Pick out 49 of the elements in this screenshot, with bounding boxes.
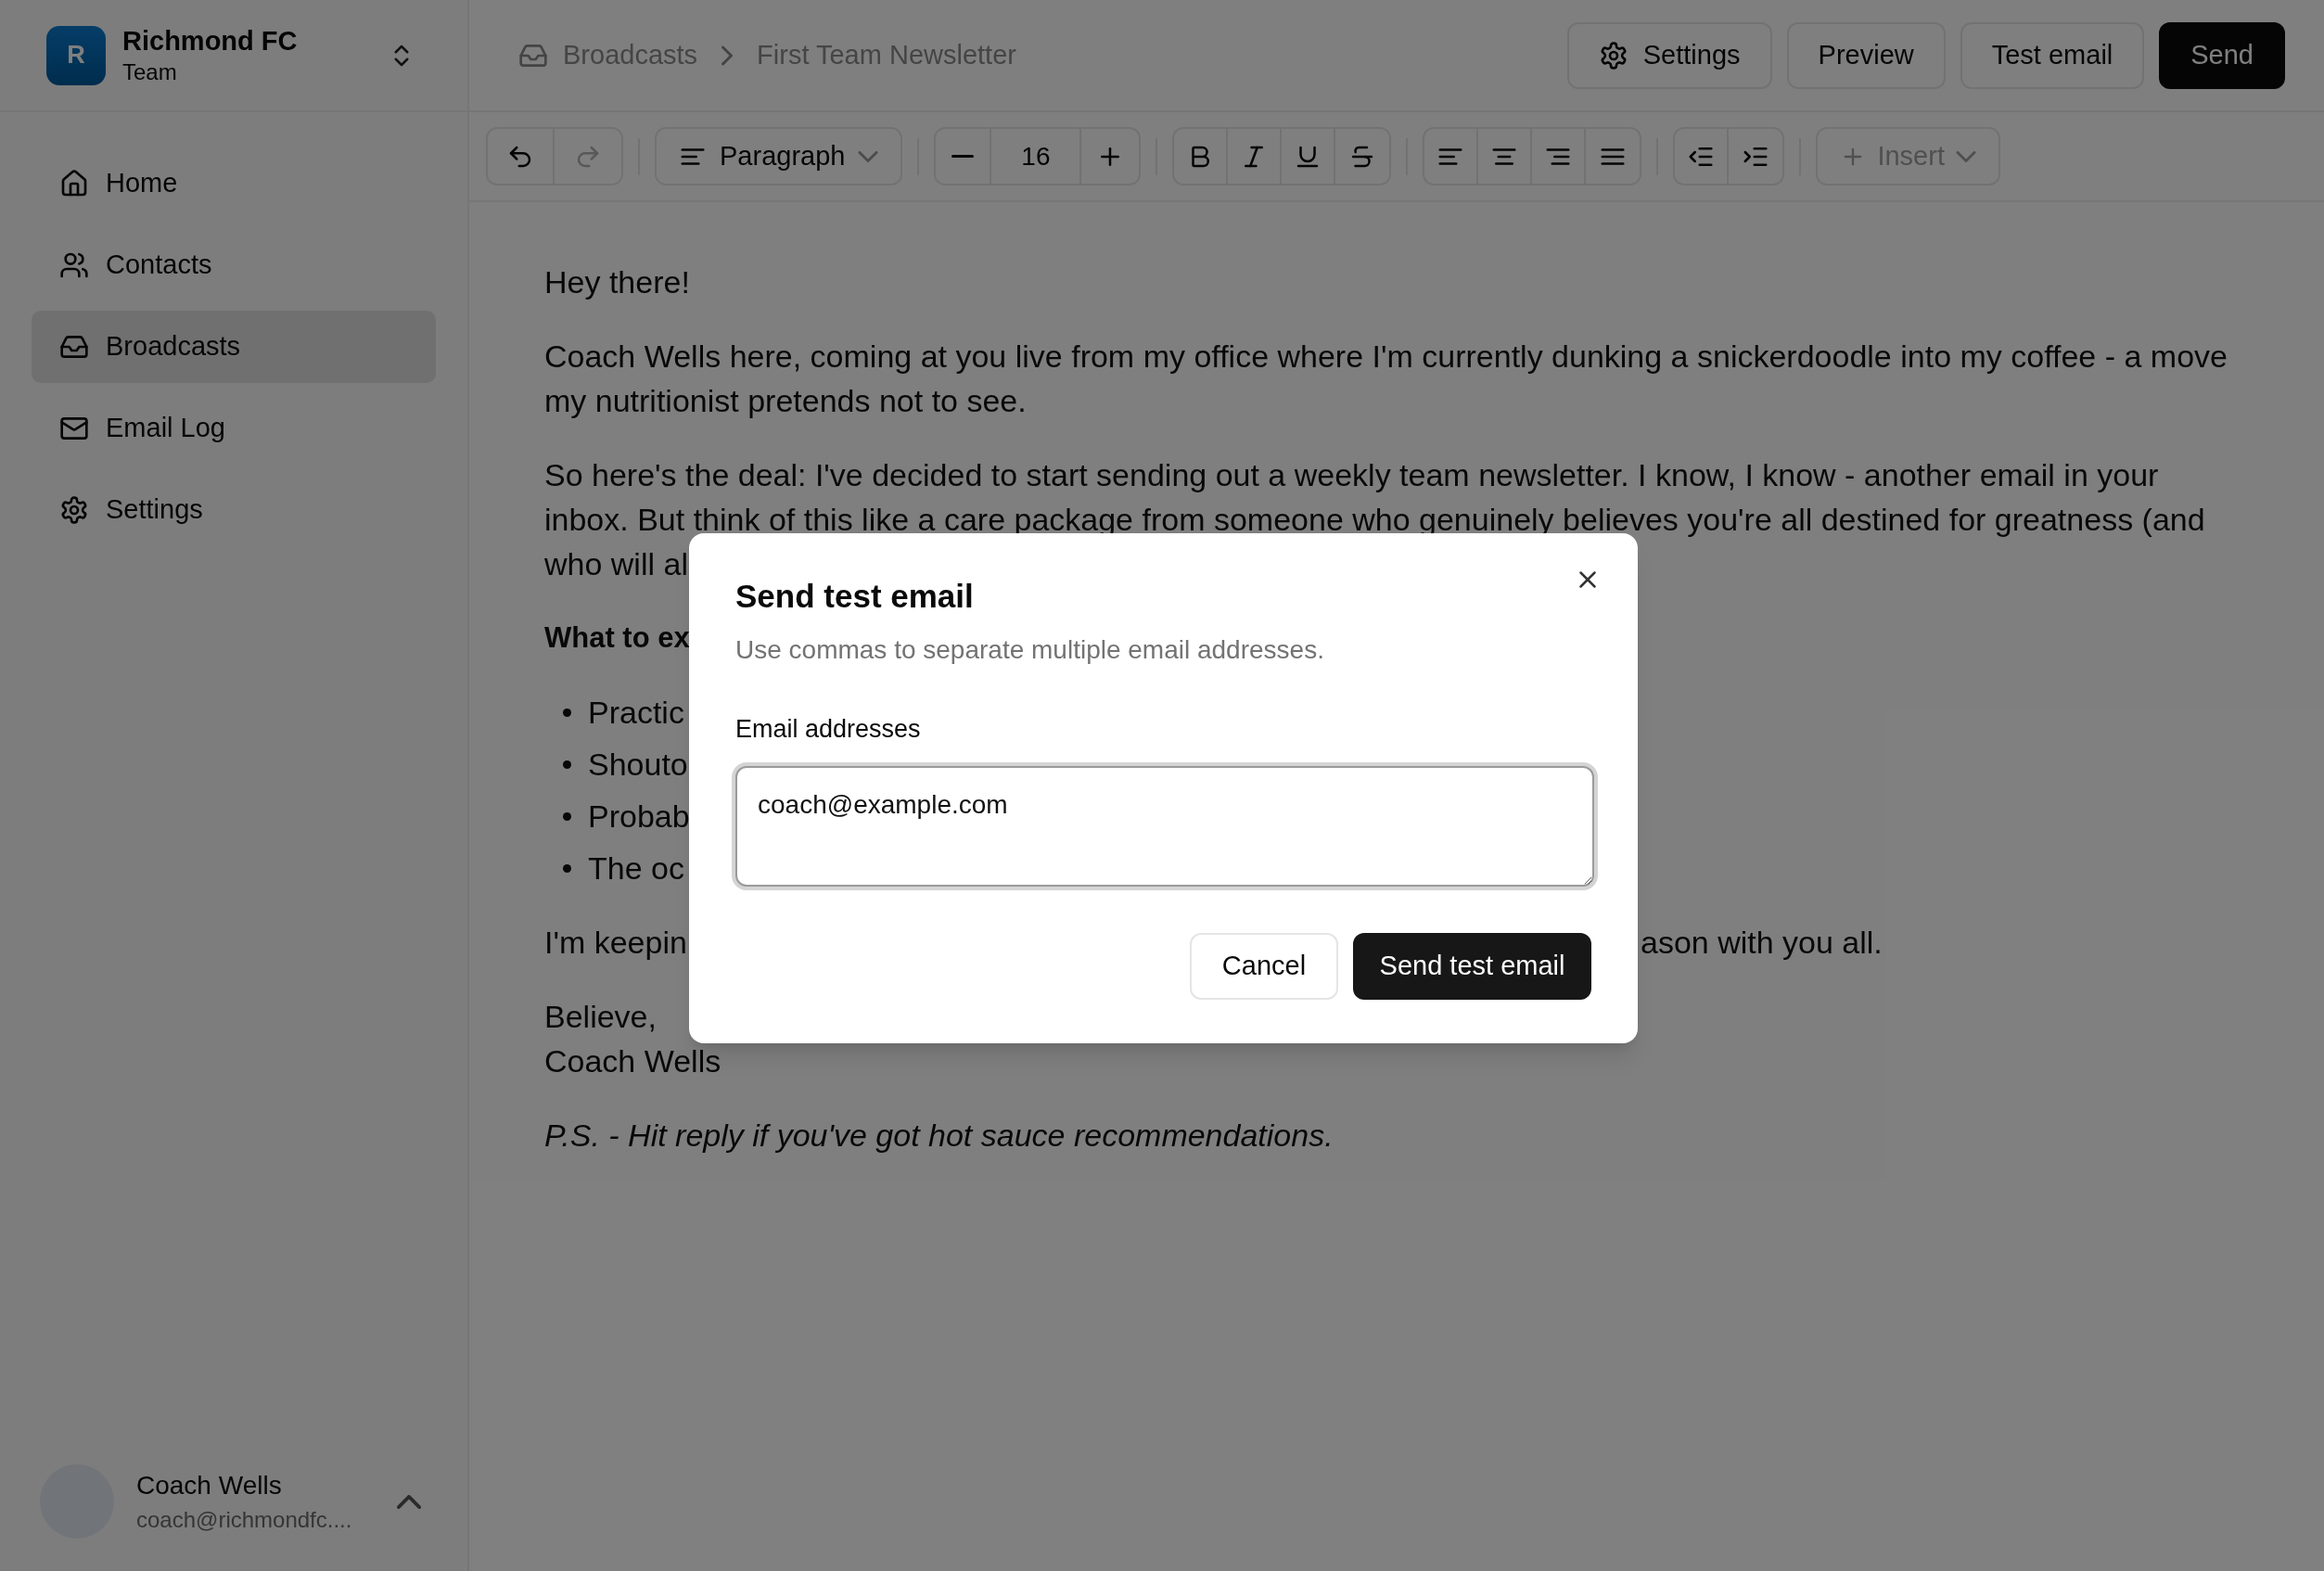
bullet-icon	[563, 760, 571, 769]
send-test-email-button[interactable]: Send test email	[1353, 933, 1591, 1000]
paragraph-text: Coach Wells	[544, 1042, 721, 1080]
chevron-up-icon	[397, 1494, 421, 1509]
paragraph-text: I'm keepin	[544, 924, 687, 962]
sidebar-item[interactable]: Home	[32, 147, 436, 220]
team-avatar: R	[46, 25, 106, 85]
header-button[interactable]: Preview	[1786, 21, 1946, 89]
list-item-text: The oc	[588, 849, 684, 888]
paragraph-text: Hey there!	[544, 263, 690, 301]
user-name: Coach Wells	[136, 1470, 283, 1502]
header-button[interactable]: Test email	[1960, 21, 2145, 89]
email-addresses-field[interactable]: coach@example.com	[735, 766, 1594, 887]
sidebar-item[interactable]: Broadcasts	[32, 311, 436, 383]
user-email: coach@richmondfc....	[136, 1505, 352, 1534]
settings-icon	[59, 495, 89, 525]
decrease-icon	[951, 155, 975, 158]
users-icon	[59, 250, 89, 280]
home-icon	[59, 169, 89, 198]
bullet-icon	[563, 863, 571, 873]
paragraph-text: who will al	[544, 545, 688, 583]
chevron-right-icon	[721, 45, 734, 66]
paragraph-text: Coach Wells here, coming at you live from my office where I'm currently dunking a snickerdoodle into my coffee - a move	[544, 338, 2228, 376]
team-name: Richmond FC	[122, 25, 298, 58]
team-subtitle: Team	[122, 57, 178, 86]
paragraph-text: Believe,	[544, 998, 657, 1036]
header-button[interactable]: Settings	[1566, 21, 1772, 89]
bullet-icon	[563, 811, 571, 821]
sidebar-item[interactable]: Contacts	[32, 229, 436, 301]
field-label: Email addresses	[735, 713, 921, 745]
bullet-icon	[563, 708, 571, 717]
paragraph-text: P.S. - Hit reply if you've got hot sauce recommendations.	[544, 1117, 1334, 1155]
dialog-title: Send test email	[735, 577, 974, 616]
chevron-down-icon	[1955, 150, 1976, 162]
paragraph-text: So here's the deal: I've decided to start sending out a weekly team newsletter. I know, I know - another email in your	[544, 456, 2159, 494]
heading-text: What to ex	[544, 620, 690, 656]
block-style-dropdown[interactable]: Paragraph	[655, 127, 903, 185]
sidebar-item[interactable]: Settings	[32, 474, 436, 546]
send-button[interactable]: Send	[2159, 21, 2285, 89]
list-item-text: Shouto	[588, 746, 688, 784]
dialog-description: Use commas to separate multiple email addresses.	[735, 633, 1324, 666]
paragraph-text: inbox. But think of this like a care package from someone who genuinely believes you're all destined for greatness (and	[544, 501, 2205, 539]
paragraph-text: my nutritionist pretends not to see.	[544, 382, 1027, 420]
sidebar-item[interactable]: Email Log	[32, 392, 436, 465]
cancel-button[interactable]: Cancel	[1190, 933, 1338, 1000]
list-item-text: Practic	[588, 694, 684, 732]
list-item-text: Probab	[588, 798, 690, 836]
chevron-down-icon	[858, 150, 879, 162]
paragraph-text: ason with you all.	[1641, 924, 1883, 962]
